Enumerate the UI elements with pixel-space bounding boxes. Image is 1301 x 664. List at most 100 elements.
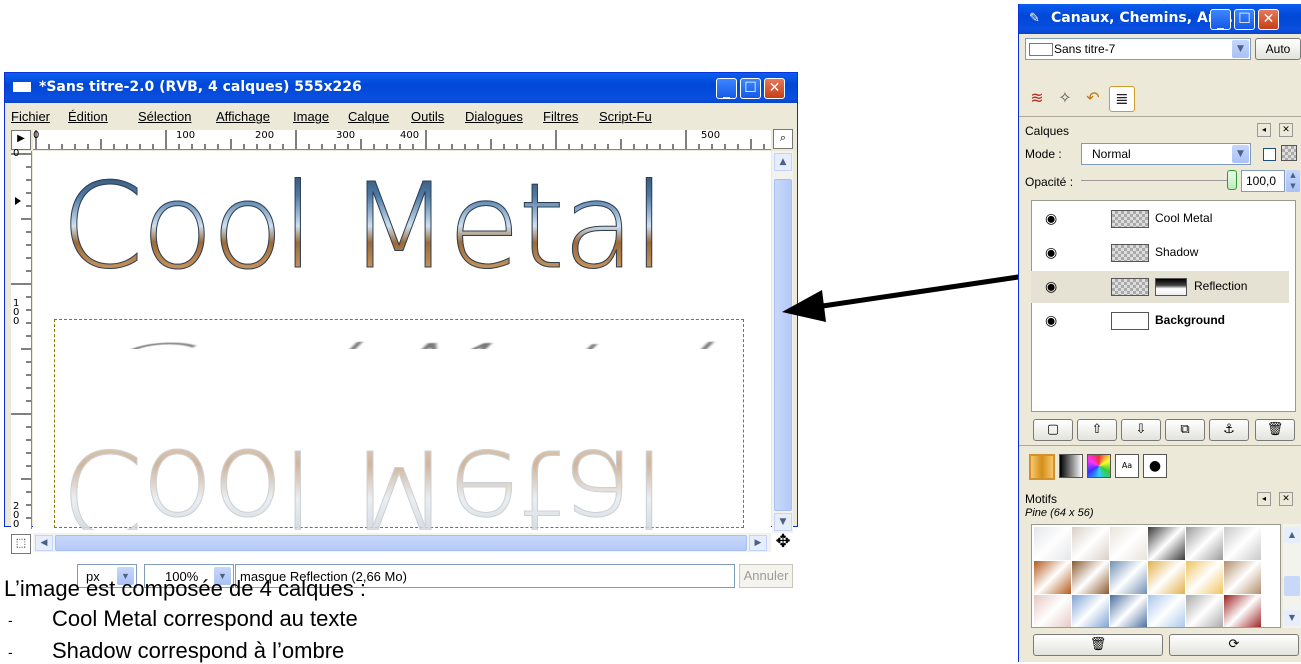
fonts-tab-icon[interactable]: Aa [1115, 454, 1139, 478]
dock-titlebar[interactable]: ✎ Canaux, Chemins, Ann... _ ☐ ✕ [1019, 4, 1301, 34]
eye-icon[interactable]: ◉ [1045, 210, 1057, 227]
layer-mask-thumbnail[interactable] [1155, 278, 1187, 296]
scroll-right-button[interactable]: ▶ [749, 535, 767, 551]
close-tab-icon[interactable]: ✕ [1279, 123, 1293, 137]
navigate-icon[interactable]: ✥ [773, 532, 793, 552]
pattern-swatch[interactable] [1148, 527, 1185, 560]
duplicate-layer-button[interactable]: ⧉ [1165, 419, 1205, 441]
pattern-swatch[interactable] [1034, 527, 1071, 560]
opacity-slider-handle[interactable] [1227, 170, 1237, 190]
menu-image[interactable]: Image [293, 109, 329, 124]
pattern-swatch[interactable] [1110, 527, 1147, 560]
pattern-swatch[interactable] [1186, 527, 1223, 560]
close-button[interactable]: ✕ [764, 78, 785, 99]
brushes-tab-icon[interactable]: ● [1143, 454, 1167, 478]
menu-fichier[interactable]: Fichier [11, 109, 50, 124]
pattern-swatch[interactable] [1034, 595, 1071, 627]
maximize-button[interactable]: ☐ [740, 78, 761, 99]
vertical-scrollbar[interactable]: ▲ ▼ [772, 151, 793, 533]
gradients-tab-icon[interactable] [1059, 454, 1083, 478]
dock-close-button[interactable]: ✕ [1258, 9, 1279, 30]
pattern-swatch[interactable] [1186, 561, 1223, 594]
minimize-button[interactable]: _ [716, 78, 737, 99]
pattern-scrollbar[interactable]: ▲ ▼ [1283, 524, 1301, 628]
pattern-swatch[interactable] [1072, 595, 1109, 627]
raise-layer-button[interactable]: ⇧ [1077, 419, 1117, 441]
menu-edition[interactable]: Édition [68, 109, 108, 124]
opacity-spin-icon[interactable]: ▲ ▼ [1286, 170, 1300, 192]
image-window-title: *Sans titre-2.0 (RVB, 4 calques) 555x226 [39, 79, 362, 95]
menu-selection[interactable]: Sélection [138, 109, 191, 124]
delete-layer-button[interactable]: 🗑 [1255, 419, 1295, 441]
menu-calque[interactable]: Calque [348, 109, 389, 124]
pattern-swatch[interactable] [1148, 561, 1185, 594]
pattern-swatch[interactable] [1186, 595, 1223, 627]
image-canvas[interactable]: Cool Metal Cool Metal Cool Metal [33, 151, 771, 530]
quick-mask-menu-button[interactable]: ▶ [11, 130, 31, 150]
pattern-grid[interactable] [1031, 524, 1281, 628]
pointer-arrow [782, 273, 1026, 322]
pattern-swatch[interactable] [1072, 561, 1109, 594]
layer-row-background[interactable]: ◉ Background [1031, 305, 1289, 337]
horizontal-scrollbar[interactable]: ◀ ▶ [33, 533, 771, 552]
scroll-left-button[interactable]: ◀ [35, 535, 53, 551]
pattern-swatch[interactable] [1224, 561, 1261, 594]
layer-row-shadow[interactable]: ◉ Shadow [1031, 237, 1289, 269]
menubar: Fichier Édition Sélection Affichage Imag… [5, 106, 797, 126]
toggle-quick-mask-icon[interactable]: ⬚ [11, 534, 31, 554]
pattern-swatch[interactable] [1034, 561, 1071, 594]
eye-icon[interactable]: ◉ [1045, 278, 1057, 295]
anchor-layer-button[interactable]: ⚓ [1209, 419, 1249, 441]
scroll-up-button[interactable]: ▲ [1284, 527, 1300, 543]
image-window-titlebar[interactable]: *Sans titre-2.0 (RVB, 4 calques) 555x226… [5, 73, 797, 103]
layer-row-cool-metal[interactable]: ◉ Cool Metal [1031, 203, 1289, 235]
pattern-swatch[interactable] [1224, 595, 1261, 627]
eye-icon[interactable]: ◉ [1045, 312, 1057, 329]
menu-dialogues[interactable]: Dialogues [465, 109, 523, 124]
opacity-slider-track[interactable] [1081, 180, 1231, 181]
dock-panel: ✎ Canaux, Chemins, Ann... _ ☐ ✕ Sans tit… [1018, 4, 1301, 662]
palettes-tab-icon[interactable] [1087, 454, 1111, 478]
undo-history-tab-icon[interactable]: ≣ [1109, 86, 1135, 112]
lower-layer-button[interactable]: ⇩ [1121, 419, 1161, 441]
keep-transparency-checkbox[interactable] [1263, 148, 1276, 161]
scroll-down-button[interactable]: ▼ [774, 513, 792, 531]
channels-tab-icon[interactable]: ✧ [1053, 86, 1077, 110]
scroll-down-button[interactable]: ▼ [1284, 610, 1300, 626]
image-selector[interactable]: Sans titre-7 ▼ [1025, 38, 1251, 60]
zoom-toggle-button[interactable]: ⌕ [773, 129, 793, 149]
tab-menu-icon[interactable]: ◂ [1257, 492, 1271, 506]
menu-affichage[interactable]: Affichage [216, 109, 270, 124]
dock-minimize-button[interactable]: _ [1210, 9, 1231, 30]
scroll-up-button[interactable]: ▲ [774, 153, 792, 171]
menu-filtres[interactable]: Filtres [543, 109, 578, 124]
chevron-down-icon[interactable]: ▼ [1232, 145, 1249, 163]
layers-tab-icon[interactable]: ≋ [1025, 86, 1049, 110]
auto-button[interactable]: Auto [1255, 38, 1301, 60]
close-tab-icon[interactable]: ✕ [1279, 492, 1293, 506]
tab-menu-icon[interactable]: ◂ [1257, 123, 1271, 137]
mode-select[interactable]: Normal ▼ [1081, 143, 1251, 165]
new-layer-button[interactable]: ▢ [1033, 419, 1073, 441]
menu-script-fu[interactable]: Script-Fu [599, 109, 652, 124]
opacity-value: 100,0 [1246, 174, 1277, 188]
pattern-swatch[interactable] [1072, 527, 1109, 560]
paths-tab-icon[interactable]: ↶ [1081, 86, 1105, 110]
refresh-patterns-button[interactable]: ⟳ [1169, 634, 1299, 656]
pattern-swatch[interactable] [1110, 595, 1147, 627]
pattern-scroll-thumb[interactable] [1284, 576, 1300, 596]
opacity-input[interactable]: 100,0 [1241, 170, 1285, 192]
horizontal-scroll-thumb[interactable] [55, 535, 747, 551]
pattern-swatch[interactable] [1148, 595, 1185, 627]
menu-outils[interactable]: Outils [411, 109, 444, 124]
vertical-scroll-thumb[interactable] [774, 179, 792, 511]
pattern-swatch[interactable] [1224, 527, 1261, 560]
dock-maximize-button[interactable]: ☐ [1234, 9, 1255, 30]
patterns-tab-icon[interactable] [1029, 454, 1055, 480]
pattern-swatch[interactable] [1110, 561, 1147, 594]
delete-pattern-button[interactable]: 🗑 [1033, 634, 1163, 656]
chevron-down-icon[interactable]: ▼ [1232, 40, 1249, 58]
eye-icon[interactable]: ◉ [1045, 244, 1057, 261]
cancel-button[interactable]: Annuler [739, 564, 793, 588]
layer-row-reflection[interactable]: ◉ Reflection [1031, 271, 1289, 303]
